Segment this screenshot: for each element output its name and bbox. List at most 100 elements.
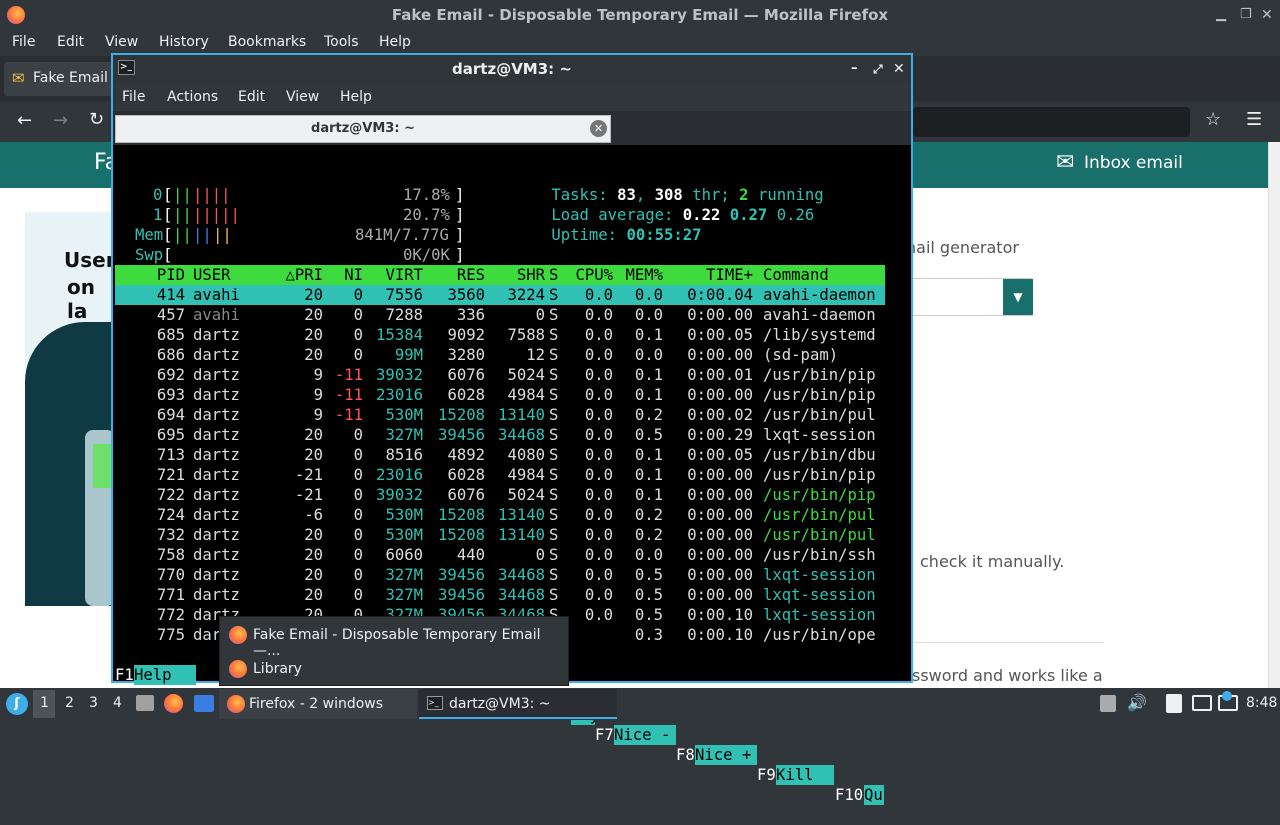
reload-icon[interactable]: ↻ [89,109,104,130]
hamburger-menu-icon[interactable]: ☰ [1246,109,1262,130]
htop-column-header[interactable]: PID USER △PRI NI VIRT RES SHR S CPU% MEM% TIME+ Com… [115,265,885,285]
process-cell: 0.1 [634,366,663,384]
process-cell: 0:00.02 [687,406,753,424]
process-row[interactable]: 724 dartz -6 0 530M 15208 13140 S 0.0 0.2 0:00.00 /… [115,505,885,525]
process-cell: 23016 [376,466,423,484]
clipboard-icon[interactable] [1166,694,1182,713]
notification-area-icon[interactable] [1100,695,1116,712]
terminal-maximize-icon[interactable]: ⤢ [873,55,883,83]
close-icon[interactable]: ✕ [1261,0,1273,30]
process-cell: 0.0 [584,426,613,444]
inbox-email-link[interactable]: Inbox email [1084,153,1183,173]
process-row[interactable]: 713 dartz 20 0 8516 4892 4080 S 0.0 0.1 0:00.05/us… [115,445,885,465]
column-header: △PRI [285,266,323,284]
nice-plus-button[interactable]: Nice + [695,745,757,765]
htop-screen[interactable]: 0[|| |||| 17.8%] 1[|| ||||| 20.7%] Mem[|| || |… [113,145,911,805]
file-manager-icon[interactable] [136,695,154,711]
process-row[interactable]: 732 dartz 20 0 530M 15208 13140 S 0.0 0.2 0:00.00 /… [115,525,885,545]
back-icon[interactable]: ← [17,110,32,131]
terminal-minimize-icon[interactable]: – [851,55,858,83]
inbox-envelope-icon[interactable]: ✉ [1056,150,1074,175]
desktop-1[interactable]: 1 [40,695,49,711]
process-row[interactable]: 686 dartz 20 0 99M 3280 12 S 0.0 0.0 0:00.00 (sd-pa… [115,345,885,365]
process-cell: S [549,306,559,324]
process-row[interactable]: 694 dartz 9 -11 530M 15208 13140 S 0.0 0.2 0:00.02… [115,405,885,425]
process-cell: 327M [385,566,423,584]
terminal-menubar: File Actions Edit View Help [113,83,911,111]
firefox-launcher-icon[interactable] [164,694,183,713]
process-row-selected[interactable]: 414 avahi 20 0 7556 3560 3224 S 0.0 0.0 0:00.04 ava… [115,285,885,305]
term-menu-view[interactable]: View [286,89,319,105]
kill-button[interactable]: Kill [776,765,834,785]
process-cell: S [549,346,559,364]
page-scrollbar[interactable] [1268,142,1280,688]
process-cell: 12 [526,346,545,364]
bookmark-star-icon[interactable]: ☆ [1205,109,1221,130]
show-desktop-icon[interactable] [194,695,214,712]
cpu0-meter: 0[|| |||| 17.8%] [153,186,465,204]
update-info-icon[interactable] [1222,691,1232,701]
display-icon[interactable] [1192,695,1212,711]
process-cell: 0:00.00 [687,586,753,604]
menu-edit[interactable]: Edit [57,34,84,50]
nice-minus-button[interactable]: Nice - [614,725,676,745]
process-cell: 0.0 [584,546,613,564]
volume-icon[interactable]: 🔊 [1127,693,1147,712]
process-row[interactable]: 693 dartz 9 -11 23016 6028 4984 S 0.0 0.1 0:00.00 /… [115,385,885,405]
desktop-4[interactable]: 4 [113,695,122,711]
taskbar-firefox-task[interactable]: Firefox - 2 windows [219,689,417,719]
url-bar[interactable] [913,107,1190,137]
desktop-2[interactable]: 2 [65,695,74,711]
process-cell: 39456 [438,566,485,584]
process-row[interactable]: 758 dartz 20 0 6060 440 0 S 0.0 0.0 0:00.00/usr/bi… [115,545,885,565]
process-row[interactable]: 692 dartz 9 -11 39032 6076 5024 S 0.0 0.1 0:00.01 /… [115,365,885,385]
process-cell: 4984 [507,466,545,484]
popup-item-fake-email[interactable]: Fake Email - Disposable Temporary Email … [220,619,568,659]
desktop-3[interactable]: 3 [89,695,98,711]
process-row[interactable]: 721 dartz -21 0 23016 6028 4984 S 0.0 0.1 0:00.00 /… [115,465,885,485]
f1-help-button[interactable]: Help [134,665,196,685]
menu-tools[interactable]: Tools [324,34,359,50]
process-cell: dartz [193,346,240,364]
restore-icon[interactable]: ❐ [1240,0,1252,30]
email-domain-select[interactable]: ▼ [906,278,1033,316]
taskbar-terminal-task[interactable]: >_ dartz@VM3: ~ [419,689,617,719]
process-cell: 0.2 [634,506,663,524]
menu-view[interactable]: View [105,34,138,50]
process-cell: 0.0 [584,526,613,544]
process-cell: 0.0 [634,346,663,364]
process-row[interactable]: 770 dartz 20 0 327M 39456 34468 S 0.0 0.5 0:00.00 l… [115,565,885,585]
minimize-icon[interactable]: ▁ [1216,0,1226,30]
process-cell: 99M [394,346,423,364]
process-cell: 0:00.04 [687,286,753,304]
menu-help[interactable]: Help [379,34,411,50]
process-cell: S [549,326,559,344]
dropdown-button[interactable]: ▼ [1003,279,1033,315]
clock[interactable]: 8:48 [1246,695,1277,711]
tab-close-icon[interactable]: ✕ [590,120,607,137]
process-row[interactable]: 771 dartz 20 0 327M 39456 34468 S 0.0 0.5 0:00.00 l… [115,585,885,605]
menu-bookmarks[interactable]: Bookmarks [228,34,306,50]
term-menu-file[interactable]: File [122,89,145,105]
start-menu-icon[interactable]: ʃ [6,693,28,715]
quit-button[interactable]: Qu [864,785,884,805]
menu-history[interactable]: History [159,34,209,50]
popup-item-library[interactable]: Library [220,653,568,685]
process-cell: 7588 [507,326,545,344]
terminal-close-icon[interactable]: ✕ [893,55,905,83]
term-menu-actions[interactable]: Actions [167,89,218,105]
process-row[interactable]: 685 dartz 20 0 15384 9092 7588 S 0.0 0.1 0:00.05/l… [115,325,885,345]
process-cell: 0.3 [634,626,663,644]
process-row[interactable]: 722 dartz -21 0 39032 6076 5024 S 0.0 0.1 0:00.00 /… [115,485,885,505]
tab-fake-email[interactable]: ✉ Fake Email [4,62,114,96]
forward-icon[interactable]: → [53,110,68,131]
process-cell: -11 [334,366,363,384]
term-menu-edit[interactable]: Edit [238,89,265,105]
process-row[interactable]: 457 avahi 20 0 7288 336 0 S 0.0 0.0 0:00.00 avahi-d… [115,305,885,325]
terminal-titlebar[interactable]: >_ dartz@VM3: ~ – ⤢ ✕ [113,55,911,83]
term-menu-help[interactable]: Help [340,89,372,105]
process-row[interactable]: 695 dartz 20 0 327M 39456 34468 S 0.0 0.5 0:00.29 l… [115,425,885,445]
terminal-tab[interactable]: dartz@VM3: ~ ✕ [115,115,611,143]
firefox-icon [229,626,247,644]
menu-file[interactable]: File [12,34,35,50]
